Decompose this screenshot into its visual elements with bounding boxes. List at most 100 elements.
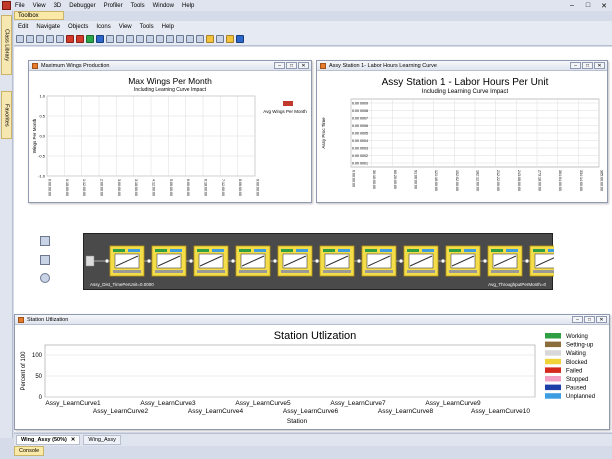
grid-icon[interactable] — [166, 34, 174, 43]
maximize-button[interactable]: □ — [580, 0, 596, 11]
y-tick-label: 0 — [39, 395, 43, 401]
document-tabs: Wing_Assy (50%) ✕ Wing_Assy — [14, 433, 612, 446]
menu-tools2[interactable]: Tools — [136, 24, 158, 30]
station-status-bar — [155, 249, 167, 252]
legend-swatch — [545, 358, 561, 365]
connect-icon[interactable] — [186, 34, 194, 43]
menu-objects[interactable]: Objects — [64, 24, 92, 30]
menu-profiler[interactable]: Profiler — [100, 3, 127, 9]
plot-area — [44, 344, 536, 398]
class-library-tab[interactable]: Class Library — [1, 15, 12, 75]
x-axis-label: Station — [287, 418, 308, 425]
x-tick-label: 6:00:00:00 — [186, 179, 190, 196]
help-icon[interactable] — [236, 34, 244, 43]
x-tick-label: 243:08:00:00 — [517, 170, 521, 191]
menu-help2[interactable]: Help — [158, 24, 178, 30]
palette-icon[interactable] — [216, 34, 224, 43]
close-icon[interactable]: ✕ — [71, 437, 76, 443]
menu-icons[interactable]: Icons — [92, 24, 114, 30]
snap-icon[interactable] — [226, 34, 234, 43]
y-tick-label: 0.00 0005 — [352, 131, 368, 135]
model-property-icon[interactable] — [40, 236, 50, 246]
console-tab[interactable]: Console — [14, 446, 44, 456]
run-icon[interactable] — [86, 34, 94, 43]
step-icon[interactable] — [96, 34, 104, 43]
zoom-in-icon[interactable] — [136, 34, 144, 43]
menu-view[interactable]: View — [29, 3, 50, 9]
panel-minimize-button[interactable]: – — [572, 316, 583, 323]
reset-icon[interactable] — [56, 34, 64, 43]
panel-close-button[interactable]: ✕ — [594, 62, 605, 69]
connector-node — [230, 258, 236, 264]
rewind-icon[interactable] — [76, 34, 84, 43]
y-tick-label: 0.00 0009 — [352, 101, 368, 105]
panel-minimize-button[interactable]: – — [274, 62, 285, 69]
panel-minimize-button[interactable]: – — [570, 62, 581, 69]
select-icon[interactable] — [156, 34, 164, 43]
stop-icon[interactable] — [66, 34, 74, 43]
model-chart-icon[interactable] — [40, 255, 50, 265]
minimize-button[interactable]: – — [564, 0, 580, 11]
save-icon[interactable] — [36, 34, 44, 43]
favorites-tab[interactable]: Favorites — [1, 91, 12, 139]
close-button[interactable]: ✕ — [596, 0, 612, 11]
station-status-bar — [407, 249, 419, 252]
menu-window[interactable]: Window — [149, 3, 178, 9]
station-queue-bar — [128, 249, 140, 252]
y-tick-label: 100 — [32, 353, 43, 359]
panel-title-bar[interactable]: Maximum Wings Production – □ ✕ — [29, 61, 311, 71]
menu-file[interactable]: File — [11, 3, 29, 9]
zoom-out-icon[interactable] — [146, 34, 154, 43]
max-wings-panel[interactable]: Maximum Wings Production – □ ✕ Max Wings… — [28, 60, 312, 203]
open-icon[interactable] — [26, 34, 34, 43]
doc-tab-wing-assy[interactable]: Wing_Assy — [83, 435, 121, 445]
station-label-bar — [113, 270, 141, 273]
x-tick-label: 3:18:00:00 — [134, 179, 138, 196]
menu-tools[interactable]: Tools — [127, 3, 149, 9]
x-tick-label: 304:04:00:00 — [558, 170, 562, 191]
station-label-bar — [365, 270, 393, 273]
brush-icon[interactable] — [126, 34, 134, 43]
model-timer-icon[interactable] — [40, 273, 50, 283]
copy-icon[interactable] — [116, 34, 124, 43]
clock-icon[interactable] — [106, 34, 114, 43]
menu-edit[interactable]: Edit — [14, 24, 32, 30]
doc-tab-label: Wing_Assy (50%) — [21, 437, 67, 443]
link-icon[interactable] — [206, 34, 214, 43]
x-tick-label: 60:20:00:00 — [393, 170, 397, 189]
x-tick-label: 273:18:00:00 — [538, 170, 542, 191]
menu-view2[interactable]: View — [115, 24, 136, 30]
legend-label: Paused — [566, 386, 586, 392]
toolbox-tab[interactable]: Toolbox — [14, 11, 64, 20]
station-utilization-panel[interactable]: Station Utlization – □ ✕ Station Utlizat… — [14, 314, 610, 430]
x-tick-label: 334:14:00:00 — [579, 170, 583, 191]
menu-debugger[interactable]: Debugger — [65, 3, 99, 9]
legend-swatch — [545, 333, 561, 339]
menu-navigate[interactable]: Navigate — [32, 24, 64, 30]
pencil-icon[interactable] — [176, 34, 184, 43]
labor-hours-panel[interactable]: Assy Station 1- Labor Hours Learning Cur… — [316, 60, 608, 203]
new-icon[interactable] — [16, 34, 24, 43]
legend-label: Unplanned — [566, 394, 595, 400]
station-queue-bar — [464, 249, 476, 252]
x-tick-label: 3:00:00:00 — [117, 179, 121, 196]
legend-swatch — [283, 101, 293, 106]
menu-3d[interactable]: 3D — [50, 3, 66, 9]
panel-maximize-button[interactable]: □ — [286, 62, 297, 69]
chart-title: Max Wings Per Month — [128, 76, 212, 86]
doc-tab-wing-assy-50[interactable]: Wing_Assy (50%) ✕ — [16, 435, 81, 445]
panel-close-button[interactable]: ✕ — [298, 62, 309, 69]
station-label-bar — [533, 270, 561, 273]
x-tick-label: 8:06:00:00 — [238, 179, 242, 196]
panel-close-button[interactable]: ✕ — [596, 316, 607, 323]
station-status-bar — [365, 249, 377, 252]
panel-title-bar[interactable]: Assy Station 1- Labor Hours Learning Cur… — [317, 61, 607, 71]
arrow-icon[interactable] — [196, 34, 204, 43]
panel-title-bar[interactable]: Station Utlization – □ ✕ — [15, 315, 609, 325]
x-tick-label: Assy_LearnCurve9 — [425, 400, 481, 407]
panel-maximize-button[interactable]: □ — [582, 62, 593, 69]
panel-maximize-button[interactable]: □ — [584, 316, 595, 323]
assembly-line[interactable]: Assy_Dist_TimePerUnit=0.0000 Avg_Through… — [83, 233, 565, 290]
print-icon[interactable] — [46, 34, 54, 43]
menu-help[interactable]: Help — [178, 3, 198, 9]
